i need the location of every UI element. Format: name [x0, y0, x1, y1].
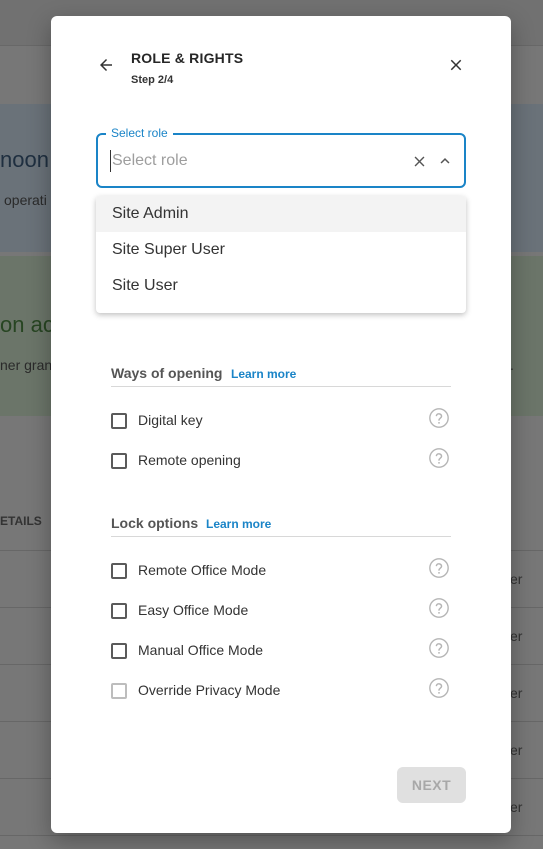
help-circle-icon[interactable] [428, 597, 450, 619]
help-circle-icon[interactable] [428, 637, 450, 659]
help-circle-icon[interactable] [428, 447, 450, 469]
close-icon [450, 59, 462, 71]
back-button[interactable] [95, 54, 117, 76]
option-remote-opening: Remote opening [111, 447, 451, 472]
digital-key-checkbox[interactable] [111, 413, 127, 429]
help-circle-icon[interactable] [428, 557, 450, 579]
clear-icon [414, 156, 424, 166]
ways-of-opening-header: Ways of opening Learn more [111, 365, 451, 387]
role-select-input[interactable] [110, 150, 390, 172]
digital-key-label: Digital key [138, 412, 203, 428]
collapse-button[interactable] [435, 151, 455, 171]
easy-office-mode-label: Easy Office Mode [138, 602, 249, 618]
role-option-site-admin[interactable]: Site Admin [96, 196, 466, 232]
remote-opening-checkbox[interactable] [111, 453, 127, 469]
lock-options-header: Lock options Learn more [111, 515, 451, 537]
easy-office-mode-checkbox[interactable] [111, 603, 127, 619]
role-option-site-super-user[interactable]: Site Super User [96, 232, 466, 268]
option-digital-key: Digital key [111, 407, 451, 432]
option-remote-office-mode: Remote Office Mode [111, 557, 451, 582]
ways-of-opening-title: Ways of opening [111, 365, 223, 381]
override-privacy-mode-label: Override Privacy Mode [138, 682, 281, 698]
lock-options-title: Lock options [111, 515, 199, 531]
remote-office-mode-checkbox[interactable] [111, 563, 127, 579]
override-privacy-mode-checkbox [111, 683, 127, 699]
close-button[interactable] [445, 54, 467, 76]
ways-of-opening-learn-more-link[interactable]: Learn more [231, 367, 296, 381]
step-indicator: Step 2/4 [131, 74, 174, 86]
role-select[interactable]: Select role [96, 125, 466, 188]
clear-button[interactable] [409, 151, 429, 171]
role-select-label: Select role [106, 125, 173, 141]
remote-opening-label: Remote opening [138, 452, 241, 468]
manual-office-mode-checkbox[interactable] [111, 643, 127, 659]
option-manual-office-mode: Manual Office Mode [111, 637, 451, 662]
arrow-left-icon [100, 59, 112, 71]
next-button[interactable]: NEXT [397, 767, 466, 803]
manual-office-mode-label: Manual Office Mode [138, 642, 264, 658]
chevron-up-icon [440, 158, 450, 164]
role-options-list: Site Admin Site Super User Site User [96, 196, 466, 313]
option-easy-office-mode: Easy Office Mode [111, 597, 451, 622]
help-circle-icon[interactable] [428, 407, 450, 429]
help-circle-icon[interactable] [428, 677, 450, 699]
option-override-privacy-mode: Override Privacy Mode [111, 677, 451, 702]
role-rights-dialog: ROLE & RIGHTS Step 2/4 Select role Site … [51, 16, 511, 833]
remote-office-mode-label: Remote Office Mode [138, 562, 267, 578]
dialog-title: ROLE & RIGHTS [131, 50, 244, 66]
role-option-site-user[interactable]: Site User [96, 268, 466, 304]
lock-options-learn-more-link[interactable]: Learn more [206, 517, 271, 531]
